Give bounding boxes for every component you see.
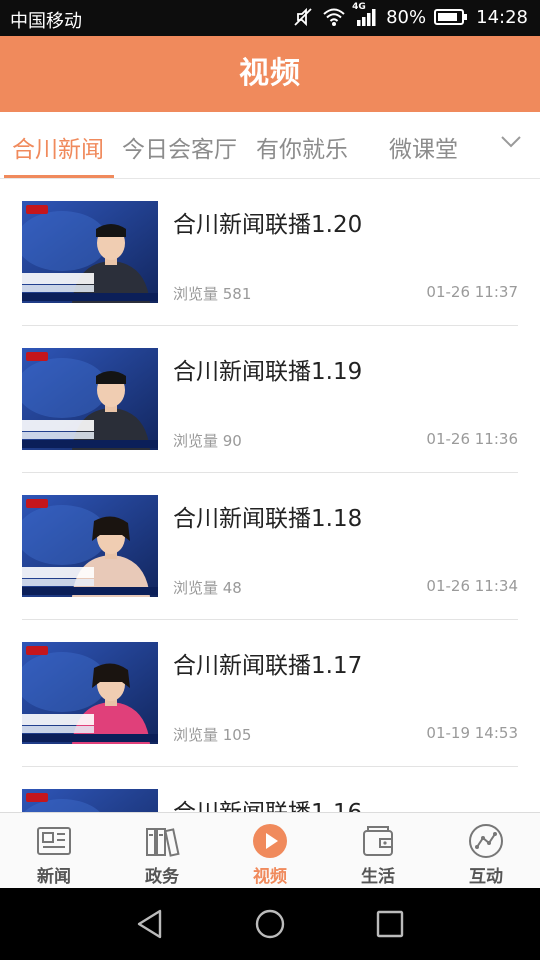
- nav-video-label: 视频: [253, 867, 287, 887]
- video-list-item[interactable]: 合川新闻联播1.17 浏览量 105 01-19 14:53: [22, 620, 518, 767]
- wifi-icon: [322, 7, 346, 27]
- title-bar: 视频: [0, 36, 540, 112]
- anchor-image: [22, 495, 158, 597]
- view-count: 浏览量 48: [173, 579, 242, 597]
- anchor-image: [22, 348, 158, 450]
- books-icon: [144, 823, 180, 859]
- anchor-image: [22, 201, 158, 303]
- video-title: 合川新闻联播1.16: [173, 793, 362, 812]
- nav-government-label: 政务: [145, 867, 179, 887]
- video-thumbnail[interactable]: [22, 495, 158, 597]
- signal-icon: 4G: [352, 2, 378, 27]
- tab-micro-class[interactable]: 微课堂: [389, 130, 458, 164]
- tab-hechuan-news[interactable]: 合川新闻: [12, 130, 104, 164]
- nav-news-label: 新闻: [37, 867, 71, 887]
- nav-video[interactable]: 视频: [216, 813, 324, 889]
- video-thumbnail[interactable]: [22, 201, 158, 303]
- nav-news[interactable]: 新闻: [0, 813, 108, 889]
- video-list-item[interactable]: 合川新闻联播1.19 浏览量 90 01-26 11:36: [22, 326, 518, 473]
- video-list-item[interactable]: 合川新闻联播1.18 浏览量 48 01-26 11:34: [22, 473, 518, 620]
- system-navigation-bar: [0, 888, 540, 960]
- anchor-image: [22, 789, 158, 812]
- back-icon[interactable]: [132, 906, 168, 942]
- graph-icon: [468, 823, 504, 859]
- battery-icon: [434, 8, 468, 26]
- tab-today-lounge[interactable]: 今日会客厅: [122, 130, 237, 164]
- clock: 14:28: [476, 6, 528, 28]
- view-count: 浏览量 581: [173, 285, 252, 303]
- view-count: 浏览量 105: [173, 726, 252, 744]
- anchor-image: [22, 642, 158, 744]
- view-count: 浏览量 90: [173, 432, 242, 450]
- carrier-name: 中国移动: [10, 11, 82, 32]
- category-tabs: 合川新闻 今日会客厅 有你就乐 微课堂: [0, 112, 540, 179]
- active-tab-indicator: [4, 175, 114, 178]
- nav-government[interactable]: 政务: [108, 813, 216, 889]
- video-title: 合川新闻联播1.18: [173, 506, 363, 532]
- video-title: 合川新闻联播1.17: [173, 653, 363, 679]
- publish-time: 01-26 11:36: [426, 430, 518, 448]
- tab-fun-with-you[interactable]: 有你就乐: [256, 130, 348, 164]
- newspaper-icon: [36, 823, 72, 859]
- video-list-item[interactable]: 合川新闻联播1.20 浏览量 581 01-26 11:37: [22, 179, 518, 326]
- publish-time: 01-26 11:37: [426, 283, 518, 301]
- nav-interact-label: 互动: [469, 867, 503, 887]
- battery-percent: 80%: [386, 6, 427, 28]
- publish-time: 01-26 11:34: [426, 577, 518, 595]
- video-thumbnail[interactable]: [22, 642, 158, 744]
- page-title: 视频: [239, 56, 301, 91]
- recent-apps-icon[interactable]: [372, 906, 408, 942]
- bottom-navigation: 新闻 政务 视频 生活 互动: [0, 812, 540, 889]
- video-thumbnail[interactable]: [22, 348, 158, 450]
- video-title: 合川新闻联播1.19: [173, 359, 363, 385]
- video-thumbnail[interactable]: [22, 789, 158, 812]
- mute-icon: [292, 6, 314, 28]
- video-list-item[interactable]: 合川新闻联播1.16: [22, 767, 518, 812]
- video-title: 合川新闻联播1.20: [173, 212, 363, 238]
- network-type: 4G: [352, 2, 366, 12]
- home-icon[interactable]: [252, 906, 288, 942]
- chevron-down-icon[interactable]: [500, 134, 522, 153]
- nav-life-label: 生活: [361, 867, 395, 887]
- video-list[interactable]: 合川新闻联播1.20 浏览量 581 01-26 11:37 合川新闻联播1.1…: [0, 179, 540, 812]
- status-bar: 中国移动 4G 80% 14:28: [0, 0, 540, 36]
- nav-life[interactable]: 生活: [324, 813, 432, 889]
- play-icon: [252, 823, 288, 859]
- publish-time: 01-19 14:53: [426, 724, 518, 742]
- nav-interact[interactable]: 互动: [432, 813, 540, 889]
- wallet-icon: [360, 823, 396, 859]
